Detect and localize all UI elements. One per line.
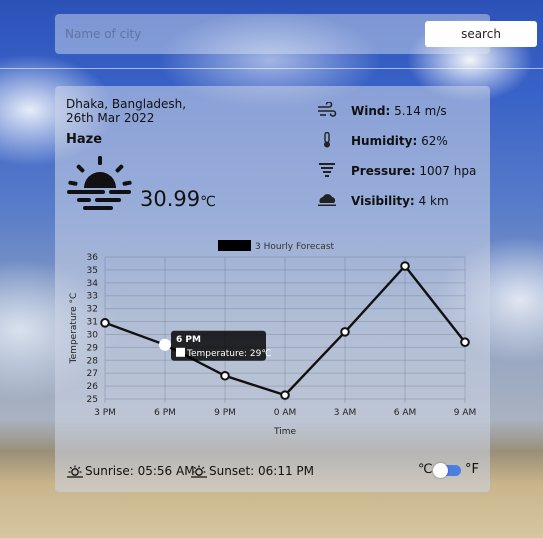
forecast-chart: 3 Hourly Forecast 25 26 27 28 29 30 31 32 33 34 35 3… xyxy=(55,236,490,441)
wind-icon xyxy=(317,101,337,118)
tooltip-body: Temperature: 29℃ xyxy=(186,349,271,359)
pressure-icon xyxy=(317,162,337,178)
sunset-item: Sunset: 06:11 PM xyxy=(190,464,314,478)
x-tick-label: 3 PM xyxy=(94,408,116,418)
pressure-label: Pressure: xyxy=(351,164,416,178)
sunrise-icon xyxy=(67,465,83,478)
y-tick-label: 26 xyxy=(87,382,99,392)
y-tick-label: 29 xyxy=(87,343,99,353)
y-tick-label: 27 xyxy=(87,369,98,379)
divider-line xyxy=(0,68,543,69)
tooltip-swatch xyxy=(176,347,185,357)
weather-condition: Haze xyxy=(66,132,103,147)
visibility-icon xyxy=(317,192,337,208)
date-text: 26th Mar 2022 xyxy=(66,111,155,125)
data-point xyxy=(400,261,410,271)
humidity-icon xyxy=(317,131,337,148)
y-tick-label: 30 xyxy=(87,330,99,340)
temperature-unit: ℃ xyxy=(200,194,216,210)
celsius-label: ℃ xyxy=(418,462,433,477)
location-text: Dhaka, Bangladesh, xyxy=(66,97,187,111)
x-axis-title: Time xyxy=(273,427,296,437)
y-tick-label: 33 xyxy=(87,292,98,302)
search-bar: search xyxy=(55,14,537,54)
data-point xyxy=(220,370,230,381)
weather-card: Dhaka, Bangladesh, 26th Mar 2022 Haze 30… xyxy=(55,86,490,492)
data-point xyxy=(159,338,171,351)
x-tick-label: 3 AM xyxy=(334,408,357,418)
unit-toggle[interactable] xyxy=(433,463,461,478)
sunrise-item: Sunrise: 05:56 AM xyxy=(66,464,195,478)
location-block: Dhaka, Bangladesh, 26th Mar 2022 xyxy=(66,97,186,125)
visibility-label: Visibility: xyxy=(351,194,415,208)
y-tick-label: 34 xyxy=(87,279,99,289)
temperature-value: 30.99 xyxy=(140,187,201,211)
humidity-label: Humidity: xyxy=(351,134,418,148)
forecast-chart-svg: 3 Hourly Forecast 25 26 27 28 29 30 31 32 33 34 35 3… xyxy=(69,240,477,437)
x-tick-label: 6 AM xyxy=(394,408,417,418)
y-tick-label: 25 xyxy=(87,395,98,405)
city-search-input[interactable] xyxy=(65,22,365,46)
unit-toggle-knob[interactable] xyxy=(433,463,448,478)
haze-icon xyxy=(65,152,135,216)
data-point xyxy=(460,337,470,347)
wind-label: Wind: xyxy=(351,104,391,118)
search-button[interactable]: search xyxy=(425,21,537,47)
y-tick-label: 31 xyxy=(87,318,98,328)
y-axis-title: Temperature °C xyxy=(69,293,79,365)
sunset-text: Sunset: 06:11 PM xyxy=(209,464,315,478)
sunset-icon xyxy=(191,465,207,478)
data-point xyxy=(100,318,110,328)
tooltip-title: 6 PM xyxy=(176,335,201,345)
sunrise-text: Sunrise: 05:56 AM xyxy=(85,464,195,478)
x-tick-label: 0 AM xyxy=(274,408,297,418)
x-tick-label: 6 PM xyxy=(154,408,176,418)
y-tick-label: 35 xyxy=(87,266,98,276)
temperature-readout: 30.99℃ xyxy=(140,187,216,211)
x-tick-label: 9 AM xyxy=(454,408,477,418)
y-tick-label: 28 xyxy=(87,356,99,366)
y-tick-label: 36 xyxy=(87,253,99,263)
humidity-value: 62% xyxy=(421,134,448,148)
card-footer: Sunrise: 05:56 AM Sunset: 06:11 PM ℃ °F xyxy=(66,462,480,482)
data-point xyxy=(280,390,290,400)
legend-label: 3 Hourly Forecast xyxy=(255,242,335,252)
wind-value: 5.14 m/s xyxy=(394,104,447,118)
legend-swatch xyxy=(218,240,251,251)
y-tick-label: 32 xyxy=(87,305,98,315)
data-point xyxy=(340,327,350,337)
visibility-value: 4 km xyxy=(418,194,449,208)
pressure-value: 1007 hpa xyxy=(419,164,477,178)
x-tick-label: 9 PM xyxy=(214,408,236,418)
fahrenheit-label: °F xyxy=(465,462,479,477)
